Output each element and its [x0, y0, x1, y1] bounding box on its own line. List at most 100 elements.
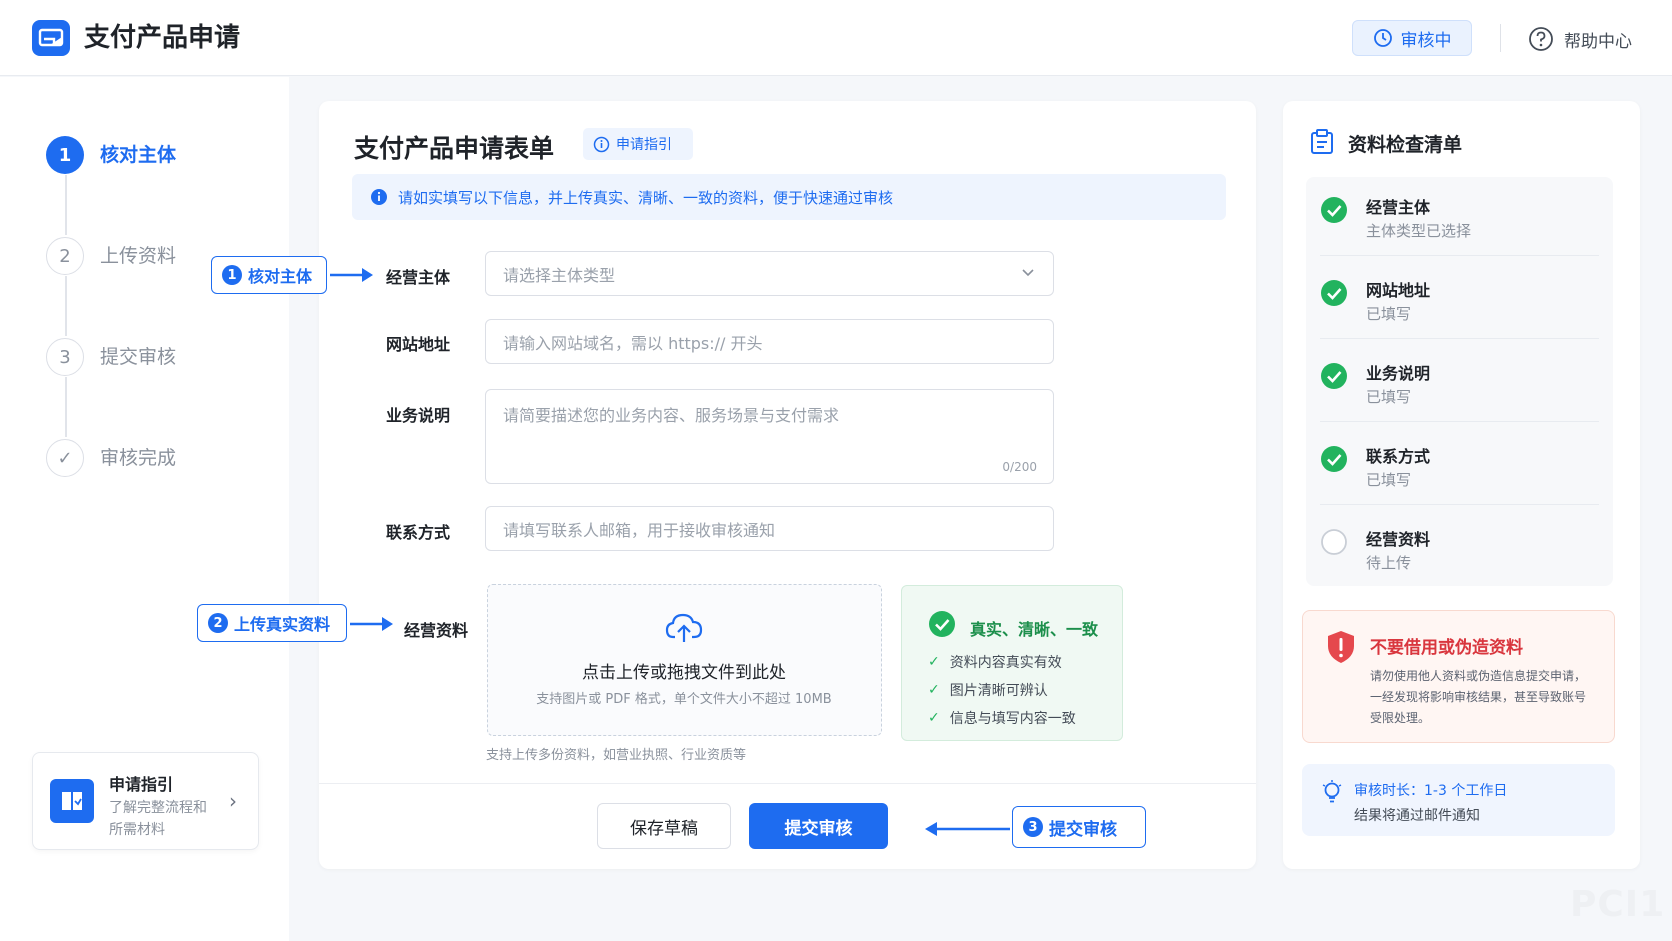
tip-text: 图片清晰可辨认 — [949, 683, 1048, 699]
chevron-right-icon: › — [229, 789, 237, 813]
business-label: 业务说明 — [386, 406, 451, 425]
guide-card-desc-2: 所需材料 — [109, 822, 165, 838]
book-icon — [50, 779, 94, 823]
upload-note: 支持上传多份资料，如营业执照、行业资质等 — [486, 748, 747, 763]
checklist-item-title: 经营资料 — [1366, 530, 1431, 549]
help-center-link[interactable]: 帮助中心 — [1528, 24, 1632, 54]
tip-item: ✓ 信息与填写内容一致 — [928, 708, 1076, 728]
info-filled-icon — [371, 189, 387, 205]
shield-alert-icon — [1328, 631, 1354, 663]
warning-body-2: 一经发现将影响审核结果，甚至导致账号 — [1370, 690, 1587, 704]
arrow-right-icon — [330, 268, 373, 282]
upload-hint: 支持图片或 PDF 格式，单个文件大小不超过 10MB — [536, 692, 832, 707]
watermark: PCI1 — [1570, 884, 1666, 925]
guide-card[interactable]: 申请指引 了解完整流程和 所需材料 › — [32, 752, 259, 850]
info-icon — [593, 136, 610, 152]
checklist-item: 经营主体 主体类型已选择 — [1320, 182, 1599, 264]
callout-number: 2 — [208, 613, 228, 633]
guide-card-desc: 了解完整流程和 — [109, 800, 207, 816]
step-3-circle: 3 — [46, 338, 84, 376]
business-textarea[interactable]: 请简要描述您的业务内容、服务场景与支付需求 0/200 — [485, 389, 1054, 484]
website-input[interactable]: 请输入网站域名，需以 https:// 开头 — [485, 319, 1054, 364]
review-notify-text: 结果将通过邮件通知 — [1354, 808, 1480, 824]
check-circle-icon — [1321, 363, 1347, 389]
warning-body: 请勿使用他人资料或伪造信息提交申请， — [1370, 669, 1587, 683]
upload-title: 点击上传或拖拽文件到此处 — [582, 663, 786, 683]
cloud-upload-icon — [665, 613, 703, 642]
checklist-item: 经营资料 待上传 — [1320, 514, 1599, 596]
notice-banner: 请如实填写以下信息，并上传真实、清晰、一致的资料，便于快速通过审核 — [352, 174, 1226, 220]
notice-text: 请如实填写以下信息，并上传真实、清晰、一致的资料，便于快速通过审核 — [398, 188, 894, 207]
checklist-item-status: 待上传 — [1366, 554, 1412, 572]
check-circle-icon — [1321, 446, 1347, 472]
review-duration-text: 审核时长：1-3 个工作日 — [1354, 783, 1508, 799]
quality-tips-box: 真实、清晰、一致 ✓ 资料内容真实有效 ✓ 图片清晰可辨认 ✓ 信息与填写内容一致 — [901, 585, 1123, 741]
guide-card-title: 申请指引 — [109, 775, 174, 794]
checklist-item-status: 已填写 — [1366, 388, 1412, 406]
checklist-item-status: 已填写 — [1366, 305, 1412, 323]
check-icon: ✓ — [928, 682, 940, 698]
char-counter: 0/200 — [1002, 460, 1037, 474]
step-connector — [65, 276, 67, 336]
callout-upload-docs: 2 上传真实资料 — [197, 604, 347, 642]
divider — [1320, 504, 1599, 505]
upload-dropzone[interactable]: 点击上传或拖拽文件到此处 支持图片或 PDF 格式，单个文件大小不超过 10MB — [487, 584, 882, 736]
form-footer-divider — [319, 783, 1256, 784]
check-circle-icon — [1321, 280, 1347, 306]
review-status-badge[interactable]: 审核中 — [1352, 20, 1472, 56]
checklist-item-title: 业务说明 — [1366, 364, 1431, 383]
tips-title: 真实、清晰、一致 — [970, 620, 1099, 639]
contact-input[interactable]: 请填写联系人邮箱，用于接收审核通知 — [485, 506, 1054, 551]
step-2-circle: 2 — [46, 237, 84, 275]
contact-placeholder: 请填写联系人邮箱，用于接收审核通知 — [503, 520, 776, 540]
app-title: 支付产品申请 — [84, 23, 241, 53]
step-3-label[interactable]: 提交审核 — [100, 343, 176, 371]
step-4-label[interactable]: 审核完成 — [100, 444, 176, 472]
save-draft-button[interactable]: 保存草稿 — [597, 803, 731, 849]
entity-label: 经营主体 — [386, 268, 451, 287]
lightbulb-icon — [1322, 780, 1342, 803]
callout-text: 核对主体 — [248, 267, 313, 286]
website-label: 网站地址 — [386, 335, 451, 354]
callout-text: 上传真实资料 — [234, 615, 331, 634]
step-2-label[interactable]: 上传资料 — [100, 242, 176, 270]
step-connector — [65, 377, 67, 437]
warning-card: 不要借用或伪造资料 请勿使用他人资料或伪造信息提交申请， 一经发现将影响审核结果… — [1302, 610, 1615, 743]
checklist-item-status: 已填写 — [1366, 471, 1412, 489]
check-circle-icon — [1321, 197, 1347, 223]
warning-body-3: 受限处理。 — [1370, 711, 1431, 725]
empty-circle-icon — [1321, 529, 1347, 555]
entity-select[interactable]: 请选择主体类型 — [485, 251, 1054, 296]
callout-text: 提交审核 — [1049, 819, 1117, 840]
callout-number: 1 — [222, 265, 242, 285]
entity-placeholder: 请选择主体类型 — [503, 265, 616, 285]
checklist-item-status: 主体类型已选择 — [1366, 222, 1472, 240]
tip-text: 资料内容真实有效 — [949, 655, 1062, 671]
checklist-item-title: 联系方式 — [1366, 447, 1431, 466]
warning-title: 不要借用或伪造资料 — [1370, 638, 1523, 658]
arrow-left-icon — [925, 822, 1010, 836]
clock-icon — [1373, 29, 1392, 47]
review-duration-card: 审核时长：1-3 个工作日 结果将通过邮件通知 — [1302, 764, 1615, 836]
checklist-title: 资料检查清单 — [1348, 134, 1463, 156]
status-label: 审核中 — [1400, 30, 1452, 51]
header-divider — [1500, 24, 1501, 52]
checklist-item: 网站地址 已填写 — [1320, 265, 1599, 347]
check-circle-icon — [929, 611, 955, 637]
clipboard-icon — [1311, 129, 1333, 154]
submit-review-button[interactable]: 提交审核 — [749, 803, 888, 849]
apply-guide-link[interactable]: 申请指引 — [583, 128, 693, 160]
tip-item: ✓ 资料内容真实有效 — [928, 652, 1062, 672]
callout-number: 3 — [1023, 817, 1043, 837]
app-logo-icon — [32, 20, 70, 56]
step-1-label[interactable]: 核对主体 — [100, 141, 176, 169]
divider — [1320, 421, 1599, 422]
chevron-down-icon — [1022, 269, 1034, 277]
checklist-item-title: 网站地址 — [1366, 281, 1431, 300]
tip-item: ✓ 图片清晰可辨认 — [928, 680, 1048, 700]
docs-label: 经营资料 — [404, 621, 469, 640]
business-placeholder: 请简要描述您的业务内容、服务场景与支付需求 — [503, 406, 840, 425]
tip-text: 信息与填写内容一致 — [949, 711, 1076, 727]
divider — [1320, 255, 1599, 256]
callout-verify-entity: 1 核对主体 — [211, 256, 327, 294]
